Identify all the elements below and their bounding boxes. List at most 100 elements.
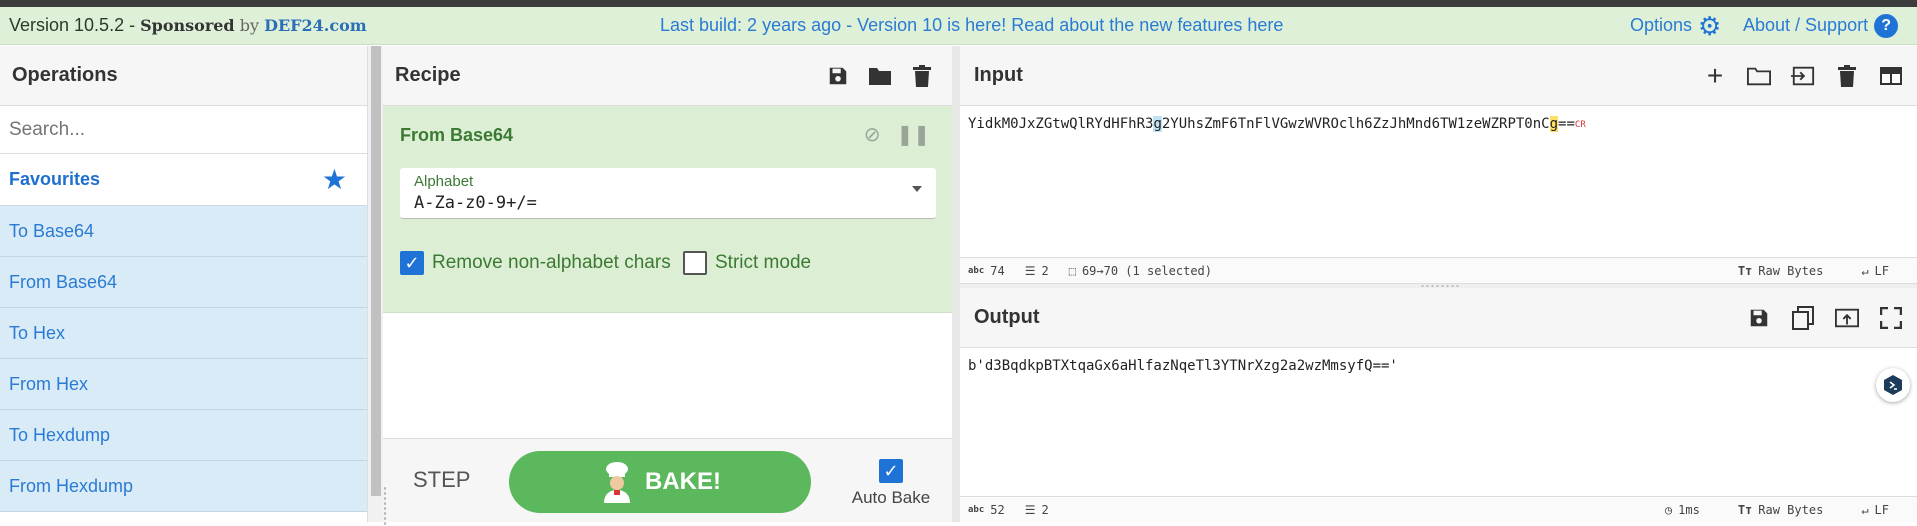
about-support-button[interactable]: About / Support ? [1743,13,1899,38]
selection-icon: ⬚ [1068,263,1076,278]
bake-button[interactable]: BAKE! [509,451,811,513]
folder-icon[interactable] [868,64,892,88]
output-encoding-button[interactable]: Tт Raw Bytes [1738,503,1823,517]
from-base64-operation[interactable]: From Base64 ⊘ ❚❚ Alphabet A-Za-z0-9+/= ✓… [383,106,952,313]
check-icon[interactable]: ✓ [879,459,903,483]
operation-controls: ⊘ ❚❚ [864,122,930,147]
release-notice-link[interactable]: Last build: 2 years ago - Version 10 is … [660,15,1283,36]
favourites-label: Favourites [9,169,101,189]
about-label: About / Support [1743,15,1869,35]
input-header: Input + [960,46,1917,106]
chevron-down-icon[interactable] [912,186,922,192]
abc-icon: abc [968,265,985,276]
remove-non-alphabet-checkbox[interactable]: ✓ Remove non-alphabet chars [400,251,671,275]
sponsor-link[interactable]: DEF24.com [264,16,367,35]
chef-icon [599,461,635,503]
options-button[interactable]: Options ⚙ [1630,13,1721,39]
magic-wand-button[interactable] [1876,368,1910,402]
input-eol-value: LF [1874,263,1889,278]
recipe-pane: Recipe From Base64 ⊘ ❚❚ Alphabet A-Za-z0… [383,46,956,526]
input-toolbar: + [1703,60,1903,91]
operation-item[interactable]: To Base64 [0,206,367,257]
star-icon[interactable]: ★ [322,163,347,196]
input-status-right: Tт Raw Bytes ↵ LF [1738,264,1909,278]
line-count: ☰ 2 [1025,503,1049,517]
favourites-category[interactable]: Favourites ★ [0,154,367,206]
text-format-icon: Tт [1737,502,1753,517]
maximise-icon[interactable] [1879,306,1903,330]
pause-icon[interactable]: ❚❚ [896,122,930,147]
open-file-icon[interactable] [1791,64,1815,88]
input-text-part: YidkM0JxZGtwQlRYdHFhR3 [968,116,1154,132]
operation-item[interactable]: From Hex [0,359,367,410]
char-count-value: 52 [990,502,1005,517]
open-folder-icon[interactable] [1747,64,1771,88]
trash-icon[interactable] [1835,64,1859,88]
step-button[interactable]: STEP [413,467,470,493]
replace-input-icon[interactable] [1835,306,1859,330]
output-pane: Output b'd3BqdkpBTXtqaGx6aHlfazNqeTl3YTN… [960,288,1917,522]
alphabet-label: Alphabet [414,173,474,190]
auto-bake-toggle[interactable]: ✓ Auto Bake [846,459,936,508]
input-text-part: 2YUhsZmF6TnFlVGwzWVROclh6ZzJhMnd6TW1zeWZ… [1161,116,1550,132]
layout-icon[interactable] [1879,64,1903,88]
empty-checkbox-icon[interactable] [683,251,707,275]
operation-item[interactable]: To Hexdump [0,410,367,461]
options-label: Options [1630,15,1693,35]
input-encoding-button[interactable]: Tт Raw Bytes [1738,264,1823,278]
lines-icon: ☰ [1024,263,1036,278]
strict-mode-checkbox[interactable]: Strict mode [683,251,811,275]
abc-icon: abc [968,504,985,515]
input-textarea[interactable]: YidkM0JxZGtwQlRYdHFhR3 g2YUhsZmF6TnFlVGwz… [960,106,1917,246]
bake-label: BAKE! [645,468,721,495]
drag-handle[interactable] [383,486,387,526]
copy-icon[interactable] [1791,305,1815,330]
output-toolbar [1747,305,1903,330]
scrollbar-thumb[interactable] [371,46,381,496]
return-arrow-icon: ↵ [1861,263,1869,278]
bake-time: ◷ 1ms [1665,503,1700,517]
operation-item[interactable]: To Hex [0,308,367,359]
save-icon[interactable] [826,64,850,88]
char-count: abc 74 [968,264,1005,278]
trash-icon[interactable] [910,64,934,88]
operation-item[interactable]: From Hexdump [0,461,367,512]
output-textarea[interactable]: b'd3BqdkpBTXtqaGx6aHlfazNqeTl3YTNrXzg2a2… [960,348,1917,488]
line-count-value: 2 [1041,502,1049,517]
char-count: abc 52 [968,503,1005,517]
operations-scrollbar[interactable] [367,46,383,522]
version-info: Version 10.5.2 - Sponsored by DEF24.com [9,15,367,36]
check-icon[interactable]: ✓ [400,251,424,275]
gear-icon: ⚙ [1698,10,1722,41]
char-count-value: 74 [990,263,1005,278]
auto-bake-label: Auto Bake [851,488,931,507]
operation-item[interactable]: From Base64 [0,257,367,308]
input-eol-button[interactable]: ↵ LF [1861,264,1889,278]
lines-icon: ☰ [1024,502,1036,517]
operation-title: From Base64 [400,125,514,145]
selection-info: ⬚ 69→70 (1 selected) [1069,264,1212,278]
strict-label: Strict mode [715,252,812,273]
search-box [0,106,367,154]
search-input[interactable] [9,118,349,141]
recipe-header: Recipe [383,46,952,106]
output-format-value: Raw Bytes [1758,502,1824,517]
operation-list: To Base64 From Base64 To Hex From Hex To… [0,206,367,512]
input-status-bar: abc 74 ☰ 2 ⬚ 69→70 (1 selected) Tт Raw Bytes… [960,257,1917,283]
input-format-value: Raw Bytes [1758,263,1824,278]
operations-title: Operations [0,46,367,106]
input-highlight: g [1549,116,1559,132]
bake-time-value: 1ms [1678,502,1700,517]
recipe-toolbar [826,64,934,88]
alphabet-select[interactable]: Alphabet A-Za-z0-9+/= [400,168,936,219]
add-tab-icon[interactable]: + [1703,60,1727,91]
save-icon[interactable] [1747,306,1771,330]
text-format-icon: Tт [1737,263,1753,278]
line-count: ☰ 2 [1025,264,1049,278]
remove-label: Remove non-alphabet chars [432,252,671,273]
window-top-strip [0,0,1917,7]
code-icon [1884,375,1902,395]
output-text: b'd3BqdkpBTXtqaGx6aHlfazNqeTl3YTNrXzg2a2… [968,358,1398,374]
disable-icon[interactable]: ⊘ [864,122,881,147]
output-eol-button[interactable]: ↵ LF [1861,503,1889,517]
